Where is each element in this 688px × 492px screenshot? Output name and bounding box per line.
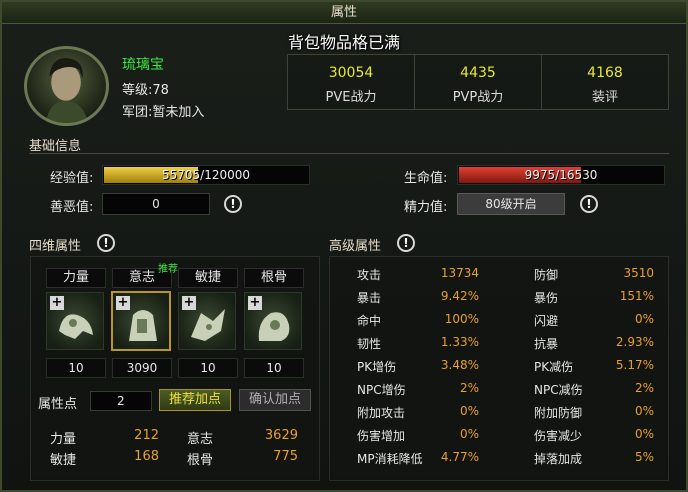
pve-power-label: PVE战力 — [325, 90, 377, 105]
adv-value: 5% — [634, 450, 654, 464]
pve-power: 30054 PVE战力 — [288, 55, 415, 109]
exp-bar: 55705/120000 — [102, 165, 310, 185]
character-portrait — [24, 46, 109, 126]
adv-label: NPC减伤 — [534, 383, 583, 397]
agility-icon[interactable]: + — [178, 292, 236, 350]
adv-value: 0% — [634, 404, 654, 418]
karma-value: 0 — [102, 193, 210, 215]
energy-value: 80级开启 — [457, 193, 565, 215]
pvp-power-label: PVP战力 — [452, 90, 504, 105]
value-constitution: 10 — [244, 358, 304, 378]
adv-label: 掉落加成 — [534, 452, 583, 466]
header-constitution: 根骨 — [244, 268, 304, 288]
attribute-points-label: 属性点 — [38, 397, 78, 412]
header-strength: 力量 — [46, 268, 106, 288]
player-name: 琉璃宝 — [122, 57, 164, 73]
adv-value: 0% — [634, 312, 654, 326]
adv-value: 3510 — [623, 266, 654, 280]
pve-power-value: 30054 — [328, 65, 374, 81]
header-agility: 敏捷 — [178, 268, 238, 288]
energy-label: 精力值: — [404, 200, 448, 215]
adv-label: 附加攻击 — [357, 406, 406, 420]
adv-label: 伤害增加 — [357, 429, 406, 443]
constitution-icon[interactable]: + — [244, 292, 302, 350]
adv-label: 抗暴 — [534, 337, 559, 351]
adv-value: 0% — [459, 404, 479, 418]
adv-value: 0% — [634, 427, 654, 441]
summary-agility-value: 168 — [134, 449, 159, 464]
strength-icon[interactable]: + — [46, 292, 104, 350]
adv-label: 韧性 — [357, 337, 382, 351]
adv-value: 0% — [459, 427, 479, 441]
gear-score-value: 4168 — [587, 65, 623, 81]
adv-value: 4.77% — [440, 450, 479, 464]
hp-text: 9975/16530 — [524, 168, 598, 182]
energy-help-icon[interactable]: ! — [580, 195, 598, 213]
summary-constitution-value: 775 — [273, 449, 298, 464]
player-level: 等级:78 — [122, 83, 169, 98]
basic-info-title: 基础信息 — [29, 139, 82, 154]
value-will: 3090 — [112, 358, 172, 378]
pvp-power-value: 4435 — [460, 65, 496, 81]
exp-label: 经验值: — [50, 171, 94, 186]
adv-label: 伤害减少 — [534, 429, 583, 443]
bag-full-toast: 背包物品格已满 — [287, 33, 400, 52]
gear-score-label: 装评 — [591, 90, 618, 105]
divider — [29, 153, 669, 154]
summary-agility-label: 敏捷 — [50, 453, 77, 468]
exp-text: 55705/120000 — [161, 168, 251, 182]
summary-constitution-label: 根骨 — [187, 453, 214, 468]
attribute-window: 属性 背包物品格已满 琉璃宝 等级:78 军团:暂未加入 30054 PVE战力… — [0, 0, 688, 492]
value-agility: 10 — [178, 358, 238, 378]
advanced-attr-help-icon[interactable]: ! — [397, 234, 415, 252]
attribute-points-value: 2 — [90, 391, 152, 411]
adv-value: 3.48% — [440, 358, 479, 372]
adv-label: NPC增伤 — [357, 383, 406, 397]
hp-bar: 9975/16530 — [457, 165, 665, 185]
hp-label: 生命值: — [404, 171, 448, 186]
adv-value: 2% — [459, 381, 479, 395]
adv-value: 1.33% — [440, 335, 479, 349]
adv-value: 9.42% — [440, 289, 479, 303]
adv-label: PK增伤 — [357, 360, 397, 374]
advanced-attr-title: 高级属性 — [329, 239, 382, 254]
window-title: 属性 — [2, 2, 686, 24]
add-agility-button[interactable]: + — [182, 296, 196, 310]
will-icon[interactable]: + — [111, 291, 171, 351]
recommend-allocate-button[interactable]: 推荐加点 — [159, 389, 231, 411]
summary-will-value: 3629 — [264, 428, 298, 443]
adv-label: PK减伤 — [534, 360, 574, 374]
adv-label: 命中 — [357, 314, 382, 328]
adv-value: 151% — [619, 289, 654, 303]
power-summary: 30054 PVE战力 4435 PVP战力 4168 装评 — [287, 54, 669, 110]
pvp-power: 4435 PVP战力 — [415, 55, 542, 109]
adv-label: 暴伤 — [534, 291, 559, 305]
summary-strength-label: 力量 — [50, 432, 77, 447]
add-will-button[interactable]: + — [116, 296, 130, 310]
adv-value: 2.93% — [615, 335, 654, 349]
adv-label: 防御 — [534, 268, 559, 282]
summary-strength-value: 212 — [134, 428, 159, 443]
adv-value: 100% — [444, 312, 479, 326]
adv-value: 5.17% — [615, 358, 654, 372]
add-strength-button[interactable]: + — [50, 296, 64, 310]
add-constitution-button[interactable]: + — [248, 296, 262, 310]
confirm-allocate-button[interactable]: 确认加点 — [239, 389, 311, 411]
adv-label: 攻击 — [357, 268, 382, 282]
adv-value: 2% — [634, 381, 654, 395]
gear-score: 4168 装评 — [542, 55, 668, 109]
adv-label: 闪避 — [534, 314, 559, 328]
value-strength: 10 — [46, 358, 106, 378]
player-guild: 军团:暂未加入 — [122, 105, 205, 120]
karma-help-icon[interactable]: ! — [224, 195, 242, 213]
summary-will-label: 意志 — [187, 432, 214, 447]
adv-label: MP消耗降低 — [357, 452, 423, 466]
four-attr-help-icon[interactable]: ! — [97, 234, 115, 252]
four-attr-title: 四维属性 — [29, 239, 82, 254]
adv-value: 13734 — [440, 266, 479, 280]
recommend-badge: 推荐 — [158, 264, 178, 275]
karma-label: 善恶值: — [50, 200, 94, 215]
adv-label: 暴击 — [357, 291, 382, 305]
adv-label: 附加防御 — [534, 406, 583, 420]
